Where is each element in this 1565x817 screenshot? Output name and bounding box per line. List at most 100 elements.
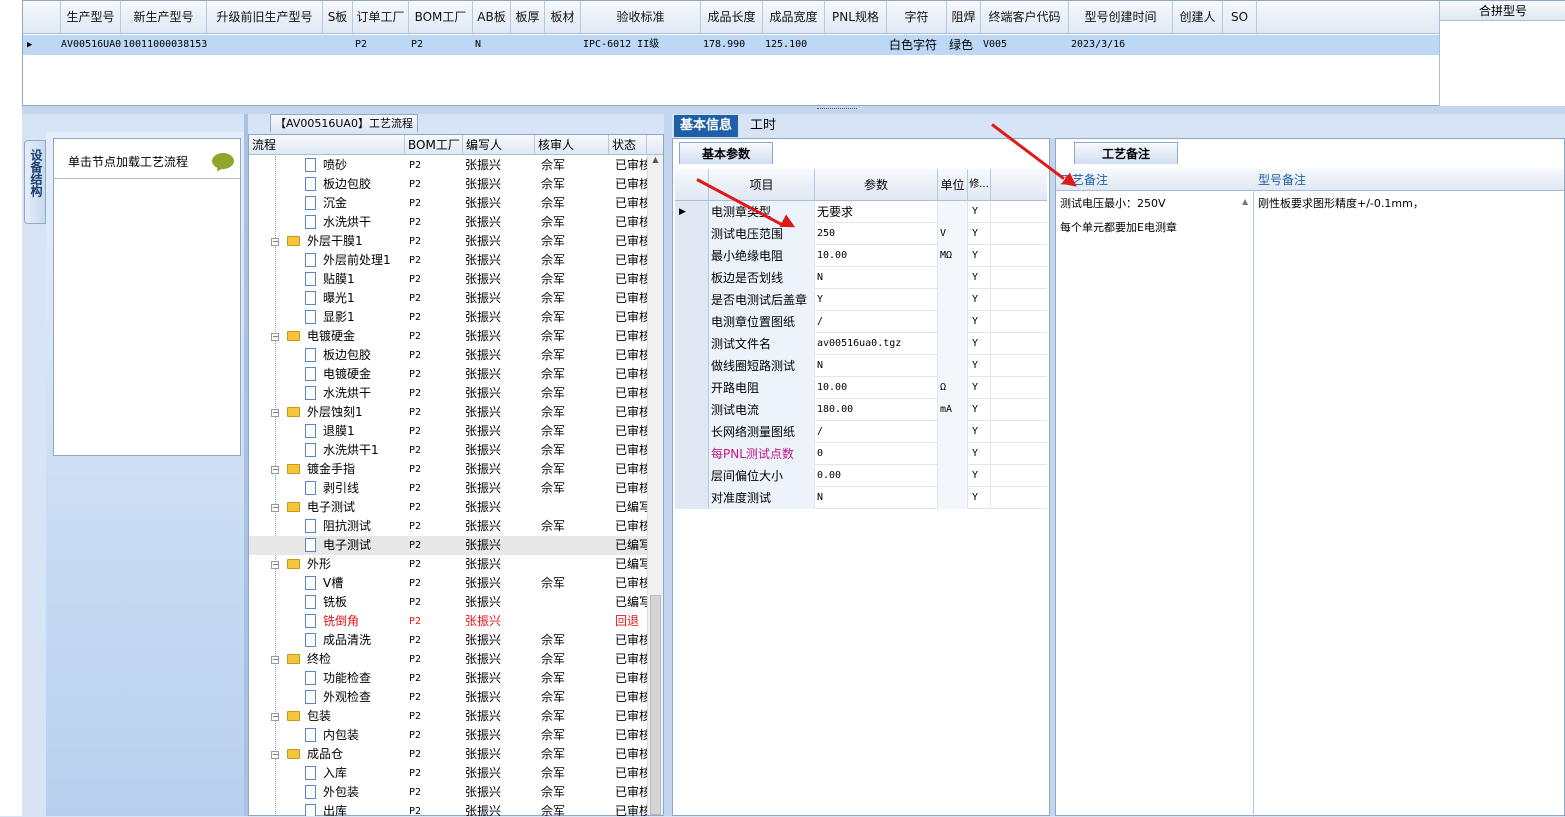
model-col-header[interactable]: 升级前旧生产型号 [207, 1, 323, 34]
process-row[interactable]: 外包装 P2 张振兴 佘军 已审核 [249, 783, 647, 802]
process-row[interactable]: V槽 P2 张振兴 佘军 已审核 [249, 574, 647, 593]
param-row[interactable]: 测试文件名 av00516ua0.tgz Y [675, 333, 1047, 355]
combine-model-list[interactable] [1439, 21, 1565, 107]
process-row[interactable]: 内包装 P2 张振兴 佘军 已审核 [249, 726, 647, 745]
tab-process-notes[interactable]: 工艺备注 [1074, 142, 1178, 164]
param-row[interactable]: 做线圈短路测试 N Y [675, 355, 1047, 377]
notes-divider[interactable] [1253, 191, 1254, 817]
collapse-toggle-icon[interactable]: − [271, 333, 279, 341]
process-row[interactable]: 剥引线 P2 张振兴 佘军 已审核 [249, 479, 647, 498]
process-row[interactable]: 板边包胶 P2 张振兴 佘军 已审核 [249, 175, 647, 194]
process-row[interactable]: − 终检 P2 张振兴 佘军 已审核 [249, 650, 647, 669]
param-row[interactable]: 电测章位置图纸 / Y [675, 311, 1047, 333]
model-col-header[interactable]: 字符 [887, 1, 947, 34]
param-row[interactable]: 长网络测量图纸 / Y [675, 421, 1047, 443]
model-col-header[interactable]: SO [1223, 1, 1257, 34]
params-col-unit[interactable]: 单位 [938, 169, 968, 201]
process-row[interactable]: 板边包胶 P2 张振兴 佘军 已审核 [249, 346, 647, 365]
process-row[interactable]: − 外层干膜1 P2 张振兴 佘军 已审核 [249, 232, 647, 251]
row-selector[interactable] [675, 421, 709, 443]
param-value[interactable]: N [815, 487, 938, 509]
param-row[interactable]: 每PNL测试点数 0 Y [675, 443, 1047, 465]
param-value[interactable]: 180.00 [815, 399, 938, 421]
process-row[interactable]: 阻抗测试 P2 张振兴 佘军 已审核 [249, 517, 647, 536]
process-row[interactable]: 电镀硬金 P2 张振兴 佘军 已审核 [249, 365, 647, 384]
scroll-thumb[interactable] [650, 595, 661, 815]
model-note-text[interactable]: 刚性板要求图形精度+/-0.1mm， [1258, 195, 1424, 211]
row-selector[interactable] [675, 443, 709, 465]
model-cell[interactable]: 白色字符 [889, 35, 947, 55]
process-row[interactable]: 退膜1 P2 张振兴 佘军 已审核 [249, 422, 647, 441]
process-row[interactable]: 水洗烘干1 P2 张振兴 佘军 已审核 [249, 441, 647, 460]
model-col-header[interactable]: 创建人 [1173, 1, 1223, 34]
param-value[interactable]: Y [815, 289, 938, 311]
model-cell[interactable]: V005 [983, 35, 1069, 55]
param-value[interactable]: / [815, 421, 938, 443]
row-selector[interactable] [675, 333, 709, 355]
process-row[interactable]: 喷砂 P2 张振兴 佘军 已审核 [249, 156, 647, 175]
node-hint-header[interactable]: 单击节点加载工艺流程 [54, 139, 240, 179]
model-cell[interactable] [1225, 35, 1257, 55]
model-cell[interactable]: IPC-6012 II级 [583, 35, 701, 55]
process-row[interactable]: 沉金 P2 张振兴 佘军 已审核 [249, 194, 647, 213]
process-col-header[interactable]: 流程 [249, 135, 405, 155]
collapse-toggle-icon[interactable]: − [271, 751, 279, 759]
model-col-header[interactable]: 订单工厂 [353, 1, 409, 34]
param-value[interactable]: 0.00 [815, 465, 938, 487]
param-row[interactable]: 测试电压范围 250 V Y [675, 223, 1047, 245]
row-selector[interactable] [675, 311, 709, 333]
row-selector[interactable] [675, 377, 709, 399]
process-row[interactable]: 出库 P2 张振兴 佘军 已审核 [249, 802, 647, 816]
model-cell[interactable] [1175, 35, 1223, 55]
process-row[interactable]: 水洗烘干 P2 张振兴 佘军 已审核 [249, 384, 647, 403]
param-value[interactable]: / [815, 311, 938, 333]
model-col-header[interactable]: 验收标准 [581, 1, 701, 34]
params-col-mod[interactable]: 修... [968, 169, 991, 201]
process-row[interactable]: − 成品仓 P2 张振兴 佘军 已审核 [249, 745, 647, 764]
param-row[interactable]: 最小绝缘电阻 10.00 MΩ Y [675, 245, 1047, 267]
row-selector[interactable] [675, 355, 709, 377]
model-cell[interactable] [513, 35, 545, 55]
model-cell[interactable]: 178.990 [703, 35, 763, 55]
process-col-header[interactable]: BOM工厂 [405, 135, 463, 155]
row-selector[interactable] [675, 487, 709, 509]
speech-bubble-icon[interactable] [212, 153, 234, 169]
process-row[interactable]: − 外形 P2 张振兴 已编写 [249, 555, 647, 574]
model-cell[interactable] [547, 35, 581, 55]
model-col-header[interactable]: S板 [323, 1, 353, 34]
model-cell[interactable] [325, 35, 353, 55]
model-cell[interactable] [827, 35, 887, 55]
process-col-header[interactable]: 编写人 [463, 135, 535, 155]
model-cell[interactable]: 绿色 [949, 35, 981, 55]
model-col-header[interactable]: 板厚 [511, 1, 545, 34]
process-row[interactable]: 曝光1 P2 张振兴 佘军 已审核 [249, 289, 647, 308]
process-col-header[interactable]: 核审人 [535, 135, 609, 155]
process-row[interactable]: 贴膜1 P2 张振兴 佘军 已审核 [249, 270, 647, 289]
process-row[interactable]: 铣板 P2 张振兴 已编写 [249, 593, 647, 612]
collapse-toggle-icon[interactable]: − [271, 656, 279, 664]
param-row[interactable]: ▶ 电测章类型 无要求 Y [675, 201, 1047, 223]
model-cell[interactable]: 2023/3/16 [1071, 35, 1173, 55]
process-row[interactable]: − 镀金手指 P2 张振兴 佘军 已审核 [249, 460, 647, 479]
model-col-header[interactable]: 成品宽度 [763, 1, 825, 34]
process-row[interactable]: 入库 P2 张振兴 佘军 已审核 [249, 764, 647, 783]
tab-basic-info[interactable]: 基本信息 [674, 115, 739, 137]
collapse-toggle-icon[interactable]: − [271, 504, 279, 512]
row-selector[interactable] [675, 465, 709, 487]
process-row[interactable]: 外观检查 P2 张振兴 佘军 已审核 [249, 688, 647, 707]
model-col-header[interactable]: BOM工厂 [409, 1, 473, 34]
process-row[interactable]: − 包装 P2 张振兴 佘军 已审核 [249, 707, 647, 726]
row-selector[interactable] [675, 223, 709, 245]
collapse-toggle-icon[interactable]: − [271, 713, 279, 721]
collapse-toggle-icon[interactable]: − [271, 466, 279, 474]
param-value[interactable]: N [815, 267, 938, 289]
model-grid-row[interactable]: ▶ AV00516UA0 10011000038153 P2 P2 N IPC-6012 … [23, 35, 1439, 55]
collapse-toggle-icon[interactable]: − [271, 238, 279, 246]
collapse-toggle-icon[interactable]: − [271, 561, 279, 569]
model-cell[interactable]: AV00516UA0 [61, 35, 121, 55]
model-col-header[interactable]: 板材 [545, 1, 581, 34]
process-row[interactable]: − 外层蚀刻1 P2 张振兴 佘军 已审核 [249, 403, 647, 422]
process-row[interactable]: 成品清洗 P2 张振兴 佘军 已审核 [249, 631, 647, 650]
model-cell[interactable]: P2 [411, 35, 473, 55]
process-row[interactable]: 外层前处理1 P2 张振兴 佘军 已审核 [249, 251, 647, 270]
